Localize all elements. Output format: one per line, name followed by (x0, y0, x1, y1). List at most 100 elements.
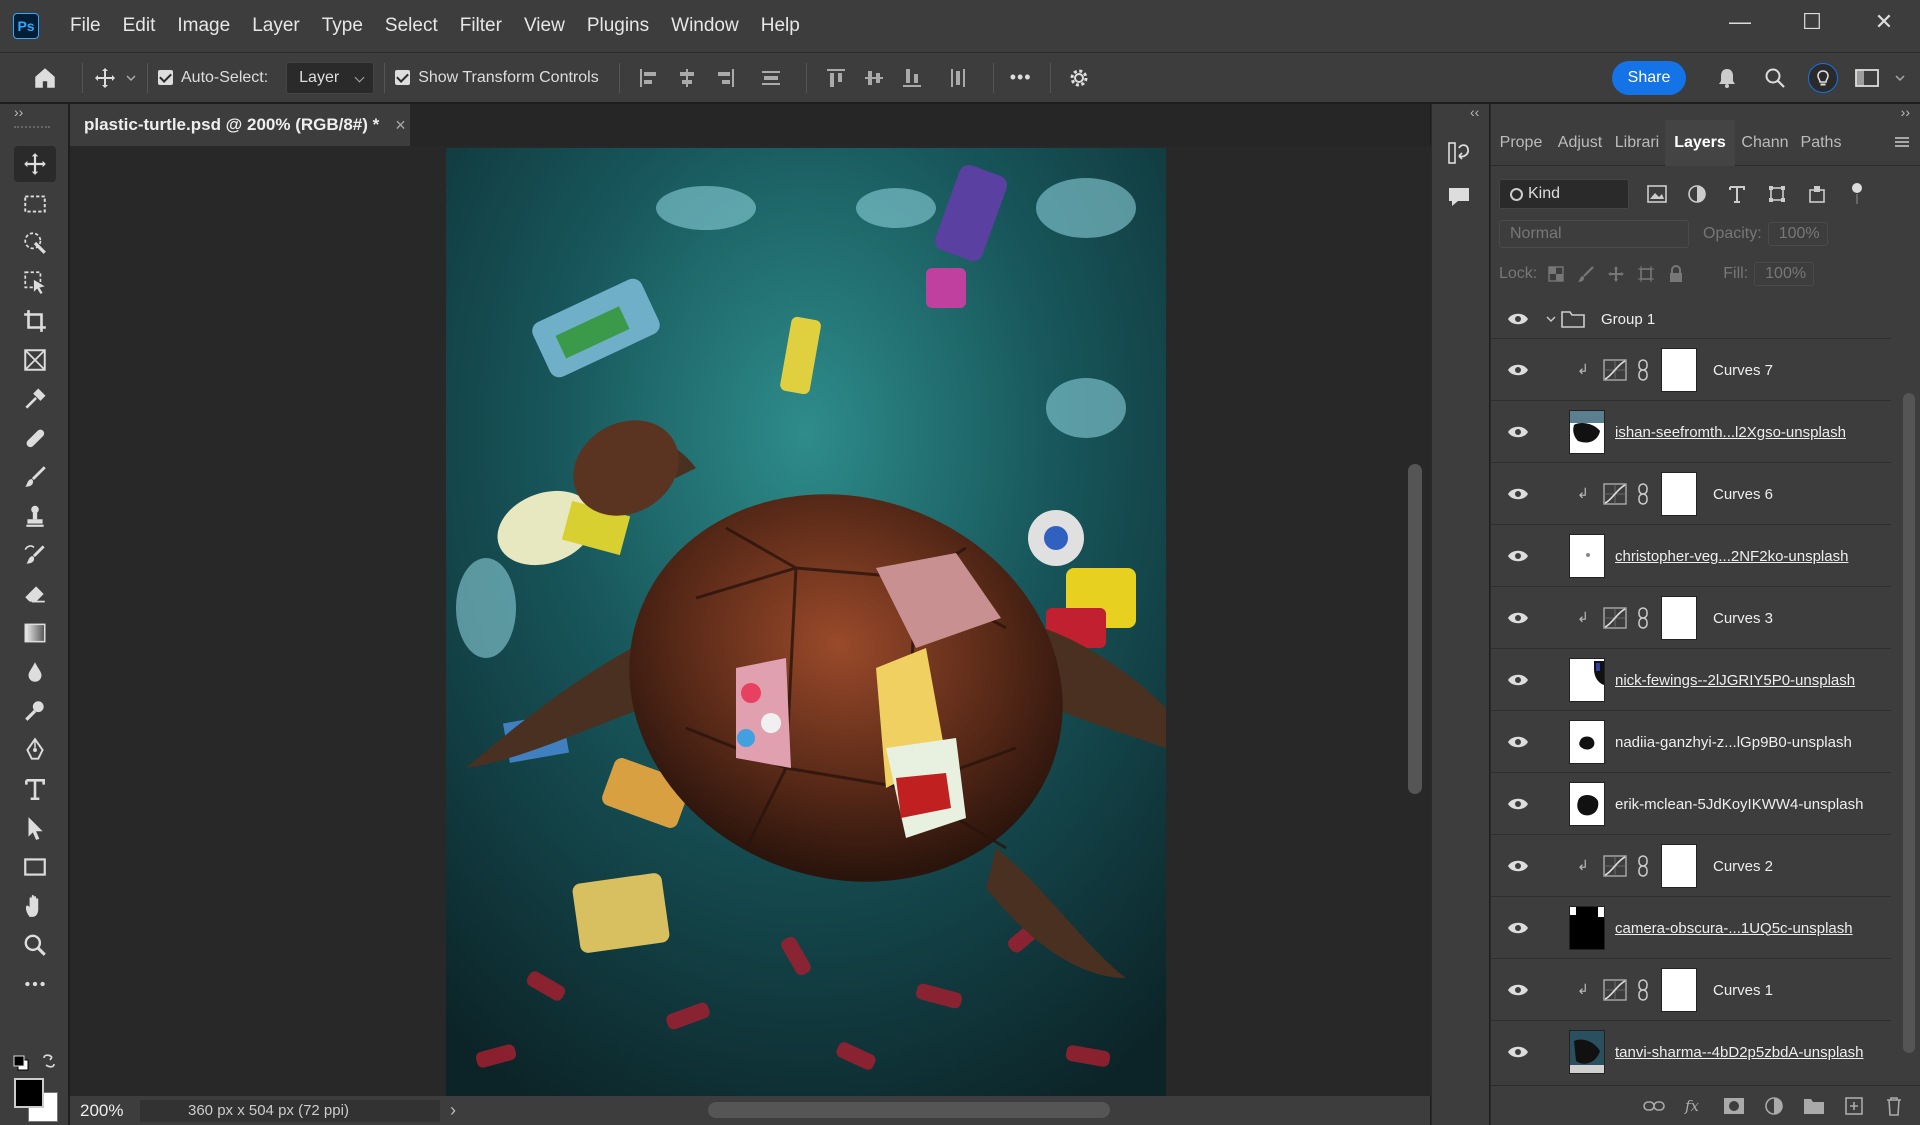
layer-thumbnail[interactable] (1569, 534, 1605, 578)
brush-tool[interactable] (14, 459, 56, 495)
move-tool[interactable] (14, 146, 56, 182)
lock-position-icon[interactable] (1607, 265, 1625, 283)
align-left-edges-button[interactable] (636, 65, 662, 91)
collapse-tools-button[interactable]: ›› (14, 104, 23, 120)
layer-name[interactable]: Curves 2 (1713, 835, 1773, 897)
layer-thumbnail[interactable] (1569, 410, 1605, 454)
tab-paths[interactable]: Paths (1795, 120, 1847, 166)
zoom-level[interactable]: 200% (70, 1101, 140, 1121)
tab-properties[interactable]: Prope (1491, 120, 1551, 166)
layer-mask-thumbnail[interactable] (1661, 472, 1697, 516)
eye-icon[interactable] (1507, 981, 1529, 999)
blur-tool[interactable] (14, 654, 56, 690)
object-selection-tool[interactable] (14, 264, 56, 300)
layer-name[interactable]: tanvi-sharma--4bD2p5zbdA-unsplash (1615, 1021, 1863, 1079)
eye-icon[interactable] (1507, 1043, 1529, 1061)
close-tab-icon[interactable]: × (395, 115, 406, 136)
distribute-vertical-button[interactable] (945, 65, 971, 91)
expand-panels-button[interactable]: ›› (1901, 104, 1910, 120)
clone-stamp-tool[interactable] (14, 498, 56, 534)
auto-select-target-dropdown[interactable]: Layer (286, 61, 375, 94)
eye-icon[interactable] (1507, 310, 1529, 328)
filter-adjustment-layers-button[interactable] (1685, 182, 1709, 206)
frame-tool[interactable] (14, 342, 56, 378)
panel-grip[interactable] (14, 126, 50, 130)
more-options-button[interactable]: ••• (1010, 53, 1032, 103)
comments-panel-button[interactable] (1446, 184, 1476, 214)
vertical-scrollbar[interactable] (1405, 146, 1431, 1096)
filter-pixel-layers-button[interactable] (1645, 182, 1669, 206)
type-tool[interactable] (14, 771, 56, 807)
tab-libraries[interactable]: Librari (1609, 120, 1665, 166)
layer-row-curves-6[interactable]: ↲ Curves 6 (1491, 463, 1891, 525)
menu-view[interactable]: View (513, 15, 576, 37)
eraser-tool[interactable] (14, 576, 56, 612)
link-icon[interactable] (1637, 607, 1649, 629)
menu-layer[interactable]: Layer (241, 15, 311, 37)
crop-tool[interactable] (14, 303, 56, 339)
menu-type[interactable]: Type (311, 15, 374, 37)
layers-scrollbar[interactable] (1899, 299, 1919, 1079)
chevron-down-icon[interactable] (1545, 313, 1557, 325)
distribute-horizontal-button[interactable] (758, 65, 784, 91)
layer-thumbnail[interactable] (1569, 1030, 1605, 1074)
new-layer-button[interactable] (1841, 1095, 1867, 1117)
workspace-dropdown[interactable] (1890, 63, 1910, 93)
edit-toolbar-button[interactable] (14, 966, 56, 1002)
eye-icon[interactable] (1507, 919, 1529, 937)
new-adjustment-layer-button[interactable] (1761, 1095, 1787, 1117)
blend-mode-dropdown[interactable]: Normal (1499, 220, 1689, 248)
eye-icon[interactable] (1507, 609, 1529, 627)
horizontal-scrollbar[interactable] (430, 1099, 1390, 1121)
maximize-button[interactable]: ☐ (1776, 0, 1848, 44)
align-right-edges-button[interactable] (712, 65, 738, 91)
eyedropper-tool[interactable] (14, 381, 56, 417)
layer-name[interactable]: Curves 7 (1713, 339, 1773, 401)
tab-adjustments[interactable]: Adjust (1551, 120, 1609, 166)
tab-layers[interactable]: Layers (1665, 119, 1735, 166)
default-colors-button[interactable] (12, 1054, 30, 1072)
menu-window[interactable]: Window (660, 15, 750, 37)
link-icon[interactable] (1637, 483, 1649, 505)
document-tab[interactable]: plastic-turtle.psd @ 200% (RGB/8#) * × (70, 104, 410, 146)
eye-icon[interactable] (1507, 423, 1529, 441)
layer-row-ishan[interactable]: ishan-seefromth...l2Xgso-unsplash (1491, 401, 1891, 463)
filter-kind-dropdown[interactable]: Kind (1499, 179, 1629, 209)
layer-row-group-1[interactable]: Group 1 (1491, 299, 1891, 339)
layer-row-camera-obscura[interactable]: camera-obscura-...1UQ5c-unsplash (1491, 897, 1891, 959)
layer-mask-thumbnail[interactable] (1661, 968, 1697, 1012)
lock-pixels-icon[interactable] (1577, 265, 1595, 283)
layer-name[interactable]: nadiia-ganzhyi-z...lGp9B0-unsplash (1615, 711, 1852, 773)
layer-name[interactable]: erik-mclean-5JdKoyIKWW4-unsplash (1615, 773, 1863, 835)
history-brush-tool[interactable] (14, 537, 56, 573)
close-window-button[interactable]: ✕ (1848, 0, 1920, 44)
eye-icon[interactable] (1507, 795, 1529, 813)
share-button[interactable]: Share (1612, 61, 1686, 95)
eye-icon[interactable] (1507, 733, 1529, 751)
link-icon[interactable] (1637, 979, 1649, 1001)
eye-icon[interactable] (1507, 547, 1529, 565)
filter-shape-layers-button[interactable] (1765, 182, 1789, 206)
layer-name[interactable]: Group 1 (1601, 299, 1655, 339)
delete-layer-button[interactable] (1881, 1095, 1907, 1117)
menu-edit[interactable]: Edit (112, 15, 167, 37)
layer-thumbnail[interactable] (1569, 720, 1605, 764)
eye-icon[interactable] (1507, 671, 1529, 689)
align-bottom-edges-button[interactable] (899, 65, 925, 91)
layer-thumbnail[interactable] (1569, 782, 1605, 826)
filter-smart-objects-button[interactable] (1805, 182, 1829, 206)
layer-name[interactable]: camera-obscura-...1UQ5c-unsplash (1615, 897, 1853, 959)
layer-mask-thumbnail[interactable] (1661, 596, 1697, 640)
auto-select-checkbox[interactable]: Auto-Select: (158, 53, 268, 103)
quick-selection-tool[interactable] (14, 225, 56, 261)
layer-thumbnail[interactable] (1569, 906, 1605, 950)
menu-file[interactable]: File (59, 15, 112, 37)
layer-row-erik[interactable]: erik-mclean-5JdKoyIKWW4-unsplash (1491, 773, 1891, 835)
tab-channels[interactable]: Chann (1735, 120, 1795, 166)
eye-icon[interactable] (1507, 361, 1529, 379)
marquee-tool[interactable] (14, 186, 56, 222)
layer-name[interactable]: Curves 3 (1713, 587, 1773, 649)
path-selection-tool[interactable] (14, 810, 56, 846)
layer-style-button[interactable]: fx (1681, 1095, 1707, 1117)
new-group-button[interactable] (1801, 1095, 1827, 1117)
